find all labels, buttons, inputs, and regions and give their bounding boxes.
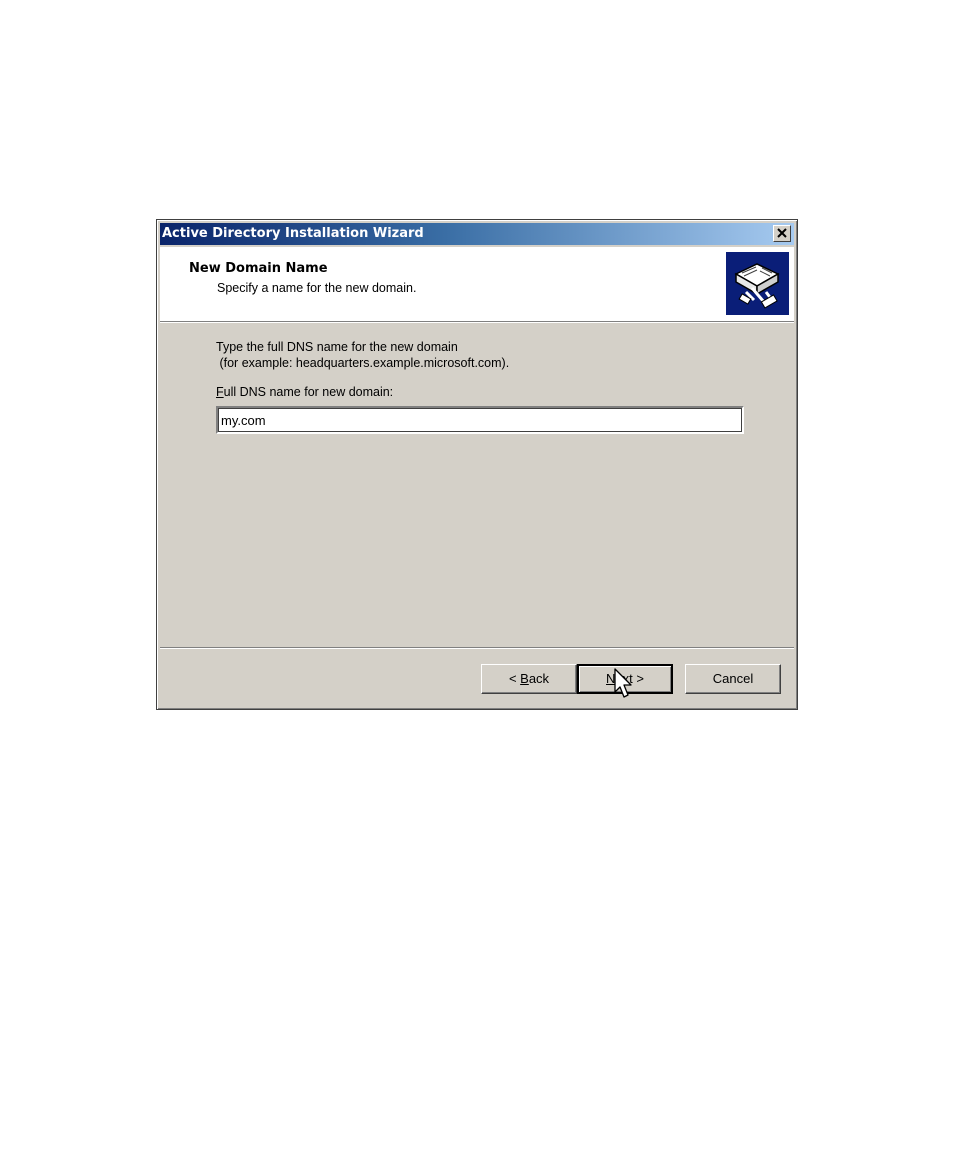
page: Active Directory Installation Wizard New… [0,0,954,1155]
dns-name-label: Full DNS name for new domain: [216,385,393,399]
back-button[interactable]: < Back [481,664,577,694]
mouse-pointer-icon [614,668,632,698]
close-button[interactable] [773,225,791,242]
button-separator [160,647,794,649]
page-title: New Domain Name [189,261,328,276]
page-subtitle: Specify a name for the new domain. [217,281,417,295]
back-prefix: < [508,671,521,686]
back-accel: B [520,671,529,686]
dns-name-label-rest: ull DNS name for new domain: [223,385,394,399]
dns-name-input[interactable] [216,406,744,434]
directory-book-icon [726,252,789,315]
back-rest: ack [528,671,550,686]
wizard-content: Type the full DNS name for the new domai… [160,323,794,647]
wizard-dialog: Active Directory Installation Wizard New… [156,219,798,710]
instruction-text: Type the full DNS name for the new domai… [216,340,510,370]
wizard-header: New Domain Name Specify a name for the n… [160,247,794,321]
title-bar[interactable]: Active Directory Installation Wizard [160,223,794,245]
dns-name-label-accel: F [216,385,224,399]
window-title: Active Directory Installation Wizard [162,226,424,241]
close-icon [777,228,787,238]
cancel-button[interactable]: Cancel [685,664,781,694]
